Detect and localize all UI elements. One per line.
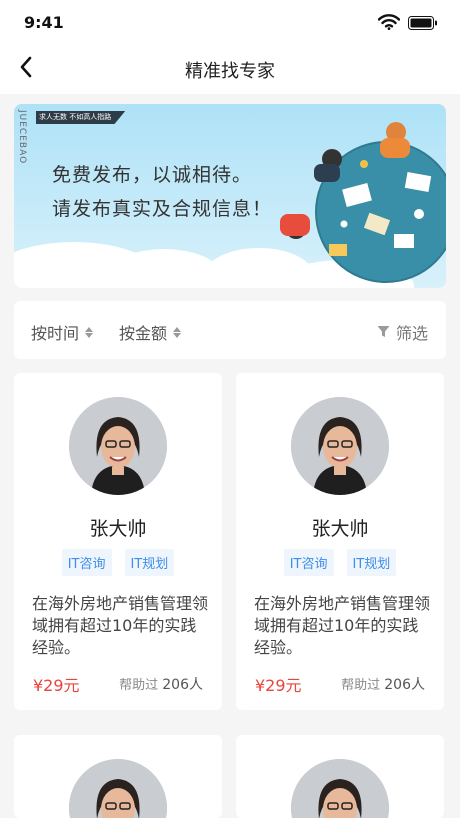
banner-line-1: 免费发布，以诚相待。 (52, 164, 253, 186)
expert-tag[interactable]: IT咨询 (283, 549, 334, 576)
expert-avatar (291, 759, 389, 818)
expert-card[interactable] (236, 735, 444, 818)
banner-line-2: 请发布真实及合规信息！ (52, 198, 273, 220)
helped-label: 帮助过 (119, 678, 159, 693)
filter-bar: 按时间 按金额 筛选 (14, 301, 446, 359)
battery-icon (408, 15, 438, 34)
banner-tag: 求人无数 不如高人指路 (36, 111, 126, 124)
expert-card[interactable]: 张大帅 IT咨询 IT规划 在海外房地产销售管理领域拥有超过10年的实践经验。 … (14, 373, 222, 710)
expert-tags: IT咨询 IT规划 (14, 549, 222, 576)
sort-arrows-icon (85, 326, 94, 338)
expert-avatar (69, 397, 167, 495)
wifi-icon (377, 14, 401, 34)
status-bar: 9:41 (0, 0, 460, 44)
nav-bar: 精准找专家 (0, 44, 460, 94)
promo-banner[interactable]: JUECEBAO 求人无数 不如高人指路 免费发布，以诚相待。 请发布真实及合规… (14, 104, 446, 288)
expert-avatar (291, 397, 389, 495)
status-time: 9:41 (24, 13, 64, 32)
sort-by-amount-button[interactable]: 按金额 (119, 320, 182, 344)
sort-arrows-icon (173, 326, 182, 338)
expert-name: 张大帅 (89, 518, 147, 540)
expert-card[interactable] (14, 735, 222, 818)
sort-by-time-label: 按时间 (31, 324, 80, 343)
expert-helped: 帮助过 206人 (341, 674, 425, 694)
sort-by-time-button[interactable]: 按时间 (31, 320, 94, 344)
expert-tag[interactable]: IT咨询 (61, 549, 112, 576)
sort-by-amount-label: 按金额 (119, 324, 168, 343)
expert-name: 张大帅 (311, 518, 369, 540)
banner-brand: JUECEBAO (17, 110, 27, 165)
expert-tag[interactable]: IT规划 (346, 549, 397, 576)
funnel-icon (377, 323, 390, 342)
expert-price: ¥29元 (33, 676, 80, 695)
expert-helped: 帮助过 206人 (119, 674, 203, 694)
expert-description: 在海外房地产销售管理领域拥有超过10年的实践经验。 (254, 594, 431, 657)
expert-tags: IT咨询 IT规划 (236, 549, 444, 576)
expert-tag[interactable]: IT规划 (124, 549, 175, 576)
expert-avatar (69, 759, 167, 818)
filter-button[interactable]: 筛选 (377, 320, 428, 344)
filter-label: 筛选 (395, 324, 428, 343)
expert-card[interactable]: 张大帅 IT咨询 IT规划 在海外房地产销售管理领域拥有超过10年的实践经验。 … (236, 373, 444, 710)
page-title: 精准找专家 (185, 61, 275, 82)
expert-description: 在海外房地产销售管理领域拥有超过10年的实践经验。 (32, 594, 209, 657)
expert-price: ¥29元 (255, 676, 302, 695)
helped-count: 206人 (384, 677, 425, 693)
helped-label: 帮助过 (341, 678, 381, 693)
helped-count: 206人 (162, 677, 203, 693)
